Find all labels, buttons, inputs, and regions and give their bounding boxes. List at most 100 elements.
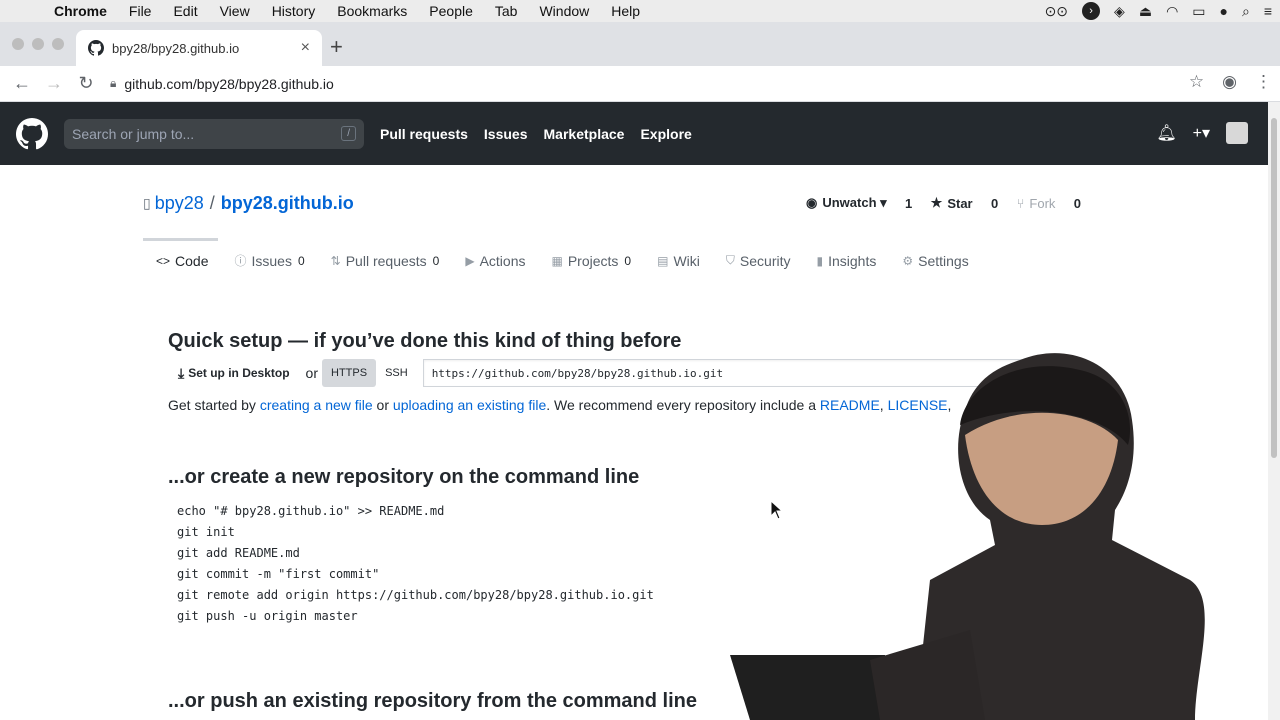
- menu-app-chrome[interactable]: Chrome: [46, 3, 118, 19]
- window-controls: [12, 38, 64, 50]
- scrollbar-thumb[interactable]: [1271, 118, 1277, 458]
- repo-name-link[interactable]: bpy28.github.io: [221, 193, 354, 214]
- status-tray: ⊙⊙ › ◈ ⏏ ◠ ▭ ● ⌕ ≡: [1045, 0, 1272, 22]
- github-logo-icon[interactable]: [16, 117, 48, 150]
- new-tab-button[interactable]: +: [330, 36, 343, 58]
- tab-security[interactable]: ⛉ Security: [713, 238, 804, 283]
- tab-insights[interactable]: ▮ Insights: [803, 238, 889, 283]
- tab-actions-label: Actions: [479, 252, 526, 269]
- back-arrow-icon[interactable]: ←: [6, 73, 38, 94]
- presenter-video-overlay: [730, 353, 1205, 720]
- unwatch-button[interactable]: ◉ Unwatch ▾: [806, 195, 887, 211]
- pull-request-icon: ⇅: [330, 253, 341, 268]
- nav-pull-requests[interactable]: Pull requests: [380, 126, 468, 142]
- setup-desktop-button[interactable]: ⤓ Set up in Desktop: [168, 358, 300, 388]
- mouse-cursor-icon: [770, 500, 784, 520]
- create-repo-heading: ...or create a new repository on the com…: [168, 466, 640, 488]
- book-icon: ▤: [657, 253, 669, 268]
- search-icon[interactable]: ⌕: [1242, 3, 1250, 20]
- tab-issues[interactable]: ⓘ Issues 0: [221, 238, 317, 283]
- create-new-file-link[interactable]: creating a new file: [260, 397, 373, 413]
- star-button[interactable]: ★ Star: [931, 195, 973, 211]
- avatar[interactable]: [1226, 122, 1248, 144]
- star-count[interactable]: 0: [973, 196, 1017, 211]
- fork-count[interactable]: 0: [1055, 196, 1099, 211]
- nav-explore[interactable]: Explore: [640, 126, 691, 142]
- minimize-window-button[interactable]: [32, 38, 44, 50]
- menu-history[interactable]: History: [261, 3, 327, 19]
- tab-wiki[interactable]: ▤ Wiki: [644, 238, 713, 283]
- fork-button[interactable]: ⑂ Fork: [1017, 196, 1056, 211]
- tab-security-label: Security: [739, 252, 791, 269]
- shield-icon: ⛉: [725, 253, 735, 267]
- lock-icon: 🔒︎: [110, 76, 117, 90]
- search-input[interactable]: Search or jump to... /: [64, 118, 364, 149]
- page-scrollbar[interactable]: [1268, 102, 1280, 720]
- menu-people[interactable]: People: [418, 3, 484, 19]
- tab-pull-requests-label: Pull requests: [345, 252, 427, 269]
- tab-code-label: Code: [175, 252, 209, 269]
- glasses-icon[interactable]: ⊙⊙: [1045, 3, 1068, 20]
- tab-actions[interactable]: ▶ Actions: [452, 238, 538, 283]
- setup-desktop-label: Set up in Desktop: [188, 366, 290, 380]
- browser-tab-active[interactable]: bpy28/bpy28.github.io ×: [76, 30, 322, 66]
- started-middle: or: [372, 397, 393, 413]
- gear-icon: ⚙: [902, 253, 914, 268]
- nav-issues[interactable]: Issues: [484, 126, 528, 142]
- wifi-icon[interactable]: ◠: [1166, 3, 1178, 20]
- bookmark-star-icon[interactable]: ☆: [1189, 72, 1204, 92]
- https-toggle[interactable]: HTTPS: [322, 359, 377, 387]
- github-favicon-icon: [88, 40, 104, 56]
- tab-code[interactable]: <> Code: [143, 238, 221, 283]
- address-bar[interactable]: 🔒︎ github.com/bpy28/bpy28.github.io: [110, 76, 334, 92]
- eject-icon[interactable]: ⏏: [1139, 3, 1152, 20]
- list-icon[interactable]: ≡: [1264, 3, 1272, 19]
- profile-icon[interactable]: ◉: [1222, 72, 1237, 92]
- search-placeholder: Search or jump to...: [72, 125, 195, 142]
- macos-menu-bar: Chrome File Edit View History Bookmarks …: [0, 0, 1280, 22]
- user-icon[interactable]: ●: [1220, 3, 1228, 19]
- close-window-button[interactable]: [12, 38, 24, 50]
- menu-window[interactable]: Window: [528, 3, 600, 19]
- github-header: Search or jump to... / Pull requests Iss…: [0, 102, 1268, 165]
- upload-file-link[interactable]: uploading an existing file: [393, 397, 546, 413]
- ssh-toggle[interactable]: SSH: [376, 359, 417, 387]
- menu-view[interactable]: View: [209, 3, 261, 19]
- address-url[interactable]: github.com/bpy28/bpy28.github.io: [124, 76, 333, 92]
- desktop-download-icon: ⤓: [178, 364, 185, 381]
- browser-tab-strip: bpy28/bpy28.github.io × +: [0, 22, 1280, 66]
- notification-bell-icon[interactable]: 🔔︎: [1156, 123, 1176, 143]
- watch-count[interactable]: 1: [887, 196, 931, 211]
- tab-projects-label: Projects: [567, 252, 619, 269]
- dropbox-icon[interactable]: ◈: [1114, 3, 1125, 20]
- nav-marketplace[interactable]: Marketplace: [544, 126, 625, 142]
- menu-help[interactable]: Help: [600, 3, 651, 19]
- menu-bookmarks[interactable]: Bookmarks: [326, 3, 418, 19]
- chrome-menu-icon[interactable]: ⋮: [1255, 72, 1272, 92]
- tab-insights-label: Insights: [828, 252, 877, 269]
- graph-icon: ▮: [816, 253, 824, 268]
- create-repo-code[interactable]: echo "# bpy28.github.io" >> README.md gi…: [168, 497, 663, 631]
- reload-icon[interactable]: ↻: [70, 73, 102, 94]
- tab-settings-label: Settings: [918, 252, 969, 269]
- menu-file[interactable]: File: [118, 3, 163, 19]
- tab-pull-requests-count: 0: [432, 253, 440, 268]
- create-new-button[interactable]: +▾: [1193, 123, 1210, 143]
- tab-projects[interactable]: ▦ Projects 0: [539, 238, 645, 283]
- forward-arrow-icon[interactable]: →: [38, 73, 70, 94]
- fork-icon: ⑂: [1016, 195, 1025, 211]
- tab-issues-label: Issues: [251, 252, 292, 269]
- code-icon: <>: [156, 253, 171, 268]
- repo-owner-link[interactable]: bpy28: [155, 193, 204, 214]
- tab-title: bpy28/bpy28.github.io: [112, 40, 240, 56]
- tab-issues-count: 0: [297, 253, 305, 268]
- zoom-window-button[interactable]: [52, 38, 64, 50]
- tab-close-icon[interactable]: ×: [301, 39, 310, 57]
- tab-projects-count: 0: [624, 253, 632, 268]
- tab-pull-requests[interactable]: ⇅ Pull requests 0: [318, 238, 453, 283]
- play-icon[interactable]: ›: [1082, 2, 1101, 20]
- menu-tab[interactable]: Tab: [484, 3, 529, 19]
- battery-icon[interactable]: ▭: [1192, 3, 1205, 20]
- tab-settings[interactable]: ⚙ Settings: [889, 238, 981, 283]
- menu-edit[interactable]: Edit: [162, 3, 208, 19]
